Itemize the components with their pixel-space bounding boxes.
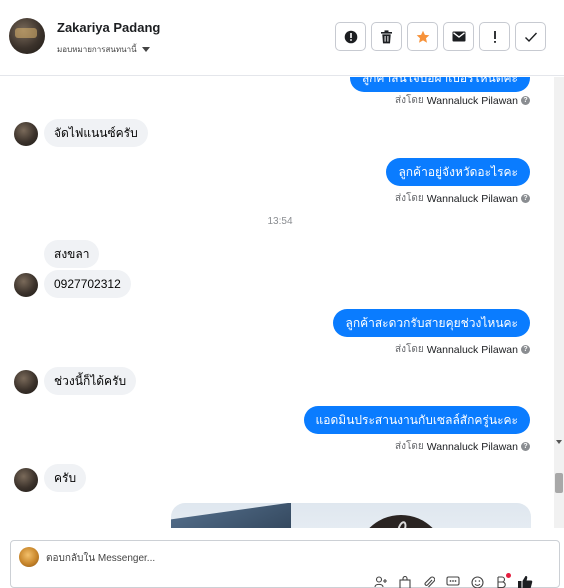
help-icon[interactable]: ? [521,345,530,354]
caret-down-icon [141,47,150,52]
mark-important-button[interactable] [479,22,510,51]
reply-input-box[interactable]: ตอบกลับใน Messenger... [10,540,560,588]
exclamation-icon [493,30,496,43]
sender-name: Wannaluck Pilawan [426,192,518,205]
sent-by-text: ส่งโดย [395,344,424,355]
outgoing-message[interactable]: ลูกค้าสะดวกรับสายคุยช่วงไหนคะ [333,309,530,337]
notification-dot [506,573,511,578]
assign-conversation-dropdown[interactable]: มอบหมายการสนทนานี้ [57,43,150,56]
page-avatar [19,547,39,567]
contact-avatar[interactable] [9,18,45,54]
image-attachment[interactable] [171,503,531,528]
conversation-header: Zakariya Padang มอบหมายการสนทนานี้ [0,0,564,76]
payment-icon[interactable] [493,573,511,588]
outgoing-message[interactable]: ลูกค้าสนใจบ้อผ้าเบอร์ไหนดีคะ [349,77,530,92]
incoming-message[interactable]: 0927702312 [44,270,131,298]
incoming-message[interactable]: สงขลา [44,240,100,268]
emoji-icon[interactable] [469,575,485,588]
sent-by-text: ส่งโดย [395,441,424,452]
mark-spam-button[interactable] [335,22,366,51]
checkmark-icon [524,32,537,42]
incoming-message[interactable]: ครับ [44,464,87,492]
message-thread[interactable]: ลูกค้าสนใจบ้อผ้าเบอร์ไหนดีคะ ส่งโดย Wann… [0,77,552,528]
sent-by-label: ส่งโดย Wannaluck Pilawan ? [395,93,530,108]
help-icon[interactable]: ? [521,96,530,105]
sent-by-label: ส่งโดย Wannaluck Pilawan ? [395,439,530,454]
composer-toolbar [373,573,533,588]
shopping-bag-icon[interactable] [397,575,413,588]
star-button[interactable] [407,22,438,51]
scrollbar-thumb[interactable] [555,473,563,493]
message-timestamp: 13:54 [267,216,293,227]
paperclip-icon[interactable] [421,575,437,588]
contact-avatar-small[interactable] [14,370,38,394]
sender-name: Wannaluck Pilawan [426,94,518,107]
help-icon[interactable]: ? [521,194,530,203]
trash-icon [381,29,392,43]
scroll-down-arrow-icon[interactable] [556,440,562,444]
contact-name[interactable]: Zakariya Padang [57,20,160,35]
sender-name: Wannaluck Pilawan [426,343,518,356]
contact-avatar-small[interactable] [14,122,38,146]
envelope-icon [452,31,465,42]
sent-by-text: ส่งโดย [395,193,424,204]
mark-done-button[interactable] [515,22,546,51]
assign-label: มอบหมายการสนทนานี้ [57,45,137,54]
sent-by-text: ส่งโดย [395,95,424,106]
reply-input[interactable]: ตอบกลับใน Messenger... [46,551,155,566]
alert-circle-icon [344,30,357,43]
add-person-icon[interactable] [373,575,389,588]
delete-button[interactable] [371,22,402,51]
saved-reply-icon[interactable] [445,575,461,588]
scrollbar[interactable] [554,77,564,528]
star-icon [416,30,429,43]
sent-by-label: ส่งโดย Wannaluck Pilawan ? [395,342,530,357]
like-icon[interactable] [517,575,533,588]
reply-composer: ตอบกลับใน Messenger... [0,532,564,588]
mark-unread-button[interactable] [443,22,474,51]
outgoing-message[interactable]: แอดมินประสานงานกับเซลล์สักครู่นะคะ [303,406,530,434]
sender-name: Wannaluck Pilawan [426,440,518,453]
incoming-message[interactable]: จัดไฟแนนซ์ครับ [44,119,148,147]
incoming-message[interactable]: ช่วงนี้ก็ได้ครับ [44,367,137,395]
sent-by-label: ส่งโดย Wannaluck Pilawan ? [395,191,530,206]
help-icon[interactable]: ? [521,442,530,451]
contact-avatar-small[interactable] [14,273,38,297]
contact-avatar-small[interactable] [14,468,38,492]
outgoing-message[interactable]: ลูกค้าอยู่จังหวัดอะไรคะ [386,158,530,186]
